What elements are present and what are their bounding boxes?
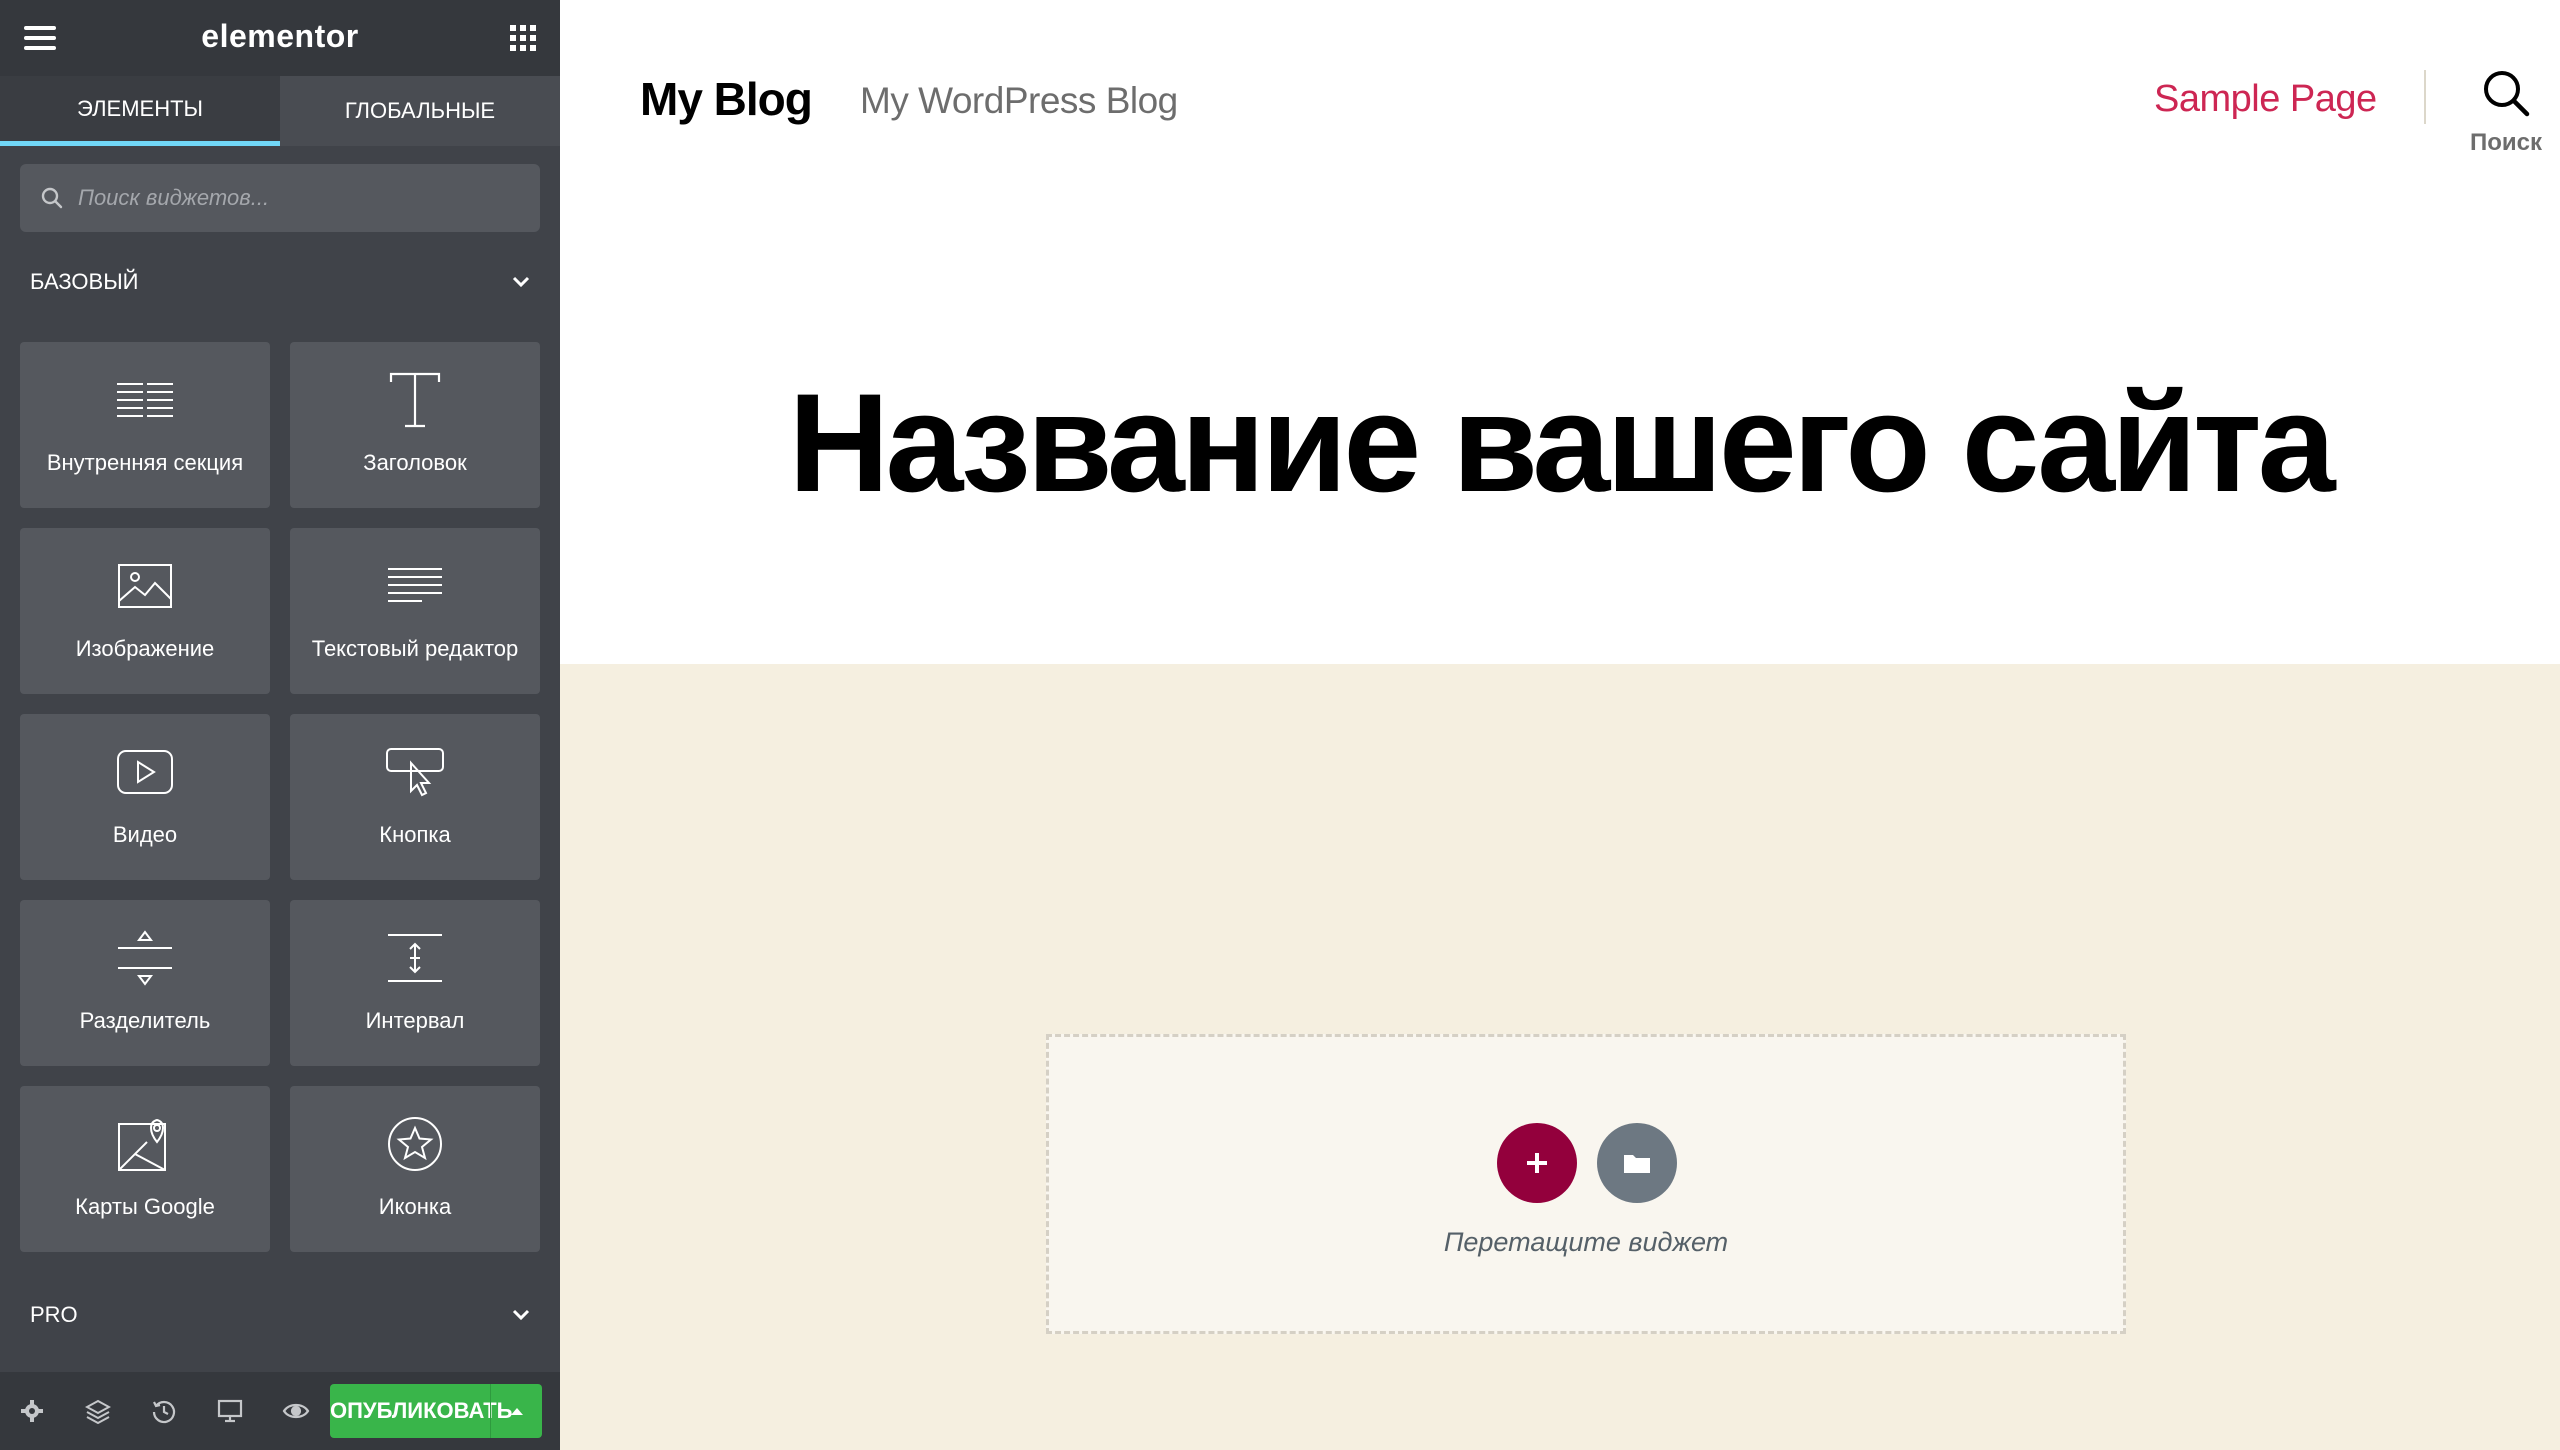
spacer-icon [388, 934, 442, 982]
widgets-grid-icon[interactable] [510, 25, 536, 51]
panel-tabs: ЭЛЕМЕНТЫ ГЛОБАЛЬНЫЕ [0, 76, 560, 146]
widget-label: Кнопка [379, 822, 451, 847]
widget-label: Заголовок [363, 450, 467, 475]
publish-button[interactable]: ОПУБЛИКОВАТЬ [330, 1384, 542, 1438]
category-pro[interactable]: PRO [0, 1290, 560, 1340]
chevron-down-icon [512, 276, 530, 288]
button-icon [386, 748, 444, 797]
widget-label: Внутренняя секция [46, 450, 244, 475]
search-icon [41, 187, 63, 209]
elementor-panel: elementor ЭЛЕМЕНТЫ ГЛОБАЛЬНЫЕ БАЗОВЫЙ Вн… [0, 0, 560, 1450]
widget-search-input[interactable] [78, 185, 518, 211]
widget-label: Иконка [378, 1194, 452, 1219]
tab-global[interactable]: ГЛОБАЛЬНЫЕ [280, 76, 560, 146]
image-icon [118, 564, 172, 608]
site-title[interactable]: My Blog [640, 72, 813, 126]
widget-heading[interactable]: Заголовок [290, 342, 540, 508]
widget-text-editor[interactable]: Текстовый редактор [290, 528, 540, 694]
widget-grid: Внутренняя секция Заголовок Изображение … [20, 342, 540, 1252]
nav-sample-page[interactable]: Sample Page [2154, 78, 2377, 121]
site-preview: My Blog My WordPress Blog Sample Page По… [560, 0, 2560, 1450]
responsive-icon[interactable] [216, 1397, 244, 1425]
plus-icon [1527, 1153, 1547, 1173]
publish-label: ОПУБЛИКОВАТЬ [330, 1398, 513, 1423]
video-icon [117, 750, 173, 794]
widget-google-maps[interactable]: Карты Google [20, 1086, 270, 1252]
widget-label: Карты Google [75, 1194, 215, 1219]
widget-label: Интервал [365, 1008, 465, 1033]
folder-icon [1624, 1155, 1650, 1173]
category-basic-label: БАЗОВЫЙ [30, 269, 139, 294]
add-section-button[interactable] [1497, 1123, 1577, 1203]
template-library-button[interactable] [1597, 1123, 1677, 1203]
tab-elements[interactable]: ЭЛЕМЕНТЫ [0, 76, 280, 146]
star-icon [388, 1117, 442, 1171]
elementor-logo: elementor [201, 18, 359, 54]
widget-video[interactable]: Видео [20, 714, 270, 880]
panel-footer: ОПУБЛИКОВАТЬ [0, 1372, 560, 1450]
history-icon[interactable] [150, 1397, 178, 1425]
widget-label: Изображение [75, 636, 215, 661]
google-maps-icon [118, 1118, 166, 1171]
widget-divider[interactable]: Разделитель [20, 900, 270, 1066]
nav-separator [2424, 70, 2426, 124]
widget-inner-section[interactable]: Внутренняя секция [20, 342, 270, 508]
widget-label: Разделитель [79, 1008, 211, 1033]
widget-spacer[interactable]: Интервал [290, 900, 540, 1066]
category-basic[interactable]: БАЗОВЫЙ [0, 257, 560, 307]
divider-icon [118, 930, 172, 986]
search-icon [2484, 71, 2530, 117]
category-pro-label: PRO [30, 1302, 78, 1327]
heading-icon [389, 372, 441, 428]
widget-search [20, 164, 540, 232]
widget-button[interactable]: Кнопка [290, 714, 540, 880]
site-description: My WordPress Blog [860, 80, 1178, 121]
panel-header: elementor [0, 0, 560, 76]
settings-icon[interactable] [18, 1397, 46, 1425]
preview-icon[interactable] [282, 1397, 310, 1425]
search-toggle[interactable]: Поиск [2466, 68, 2546, 157]
widget-label: Текстовый редактор [311, 636, 519, 661]
add-section-dropzone[interactable]: Перетащите виджет [1046, 1034, 2126, 1334]
search-label: Поиск [2469, 129, 2543, 156]
dropzone-text: Перетащите виджет [1443, 1227, 1729, 1257]
content-area: Перетащите виджет [560, 664, 2560, 1450]
inner-section-icon [117, 383, 173, 417]
hero-title: Название вашего сайта [788, 364, 2335, 521]
widget-icon[interactable]: Иконка [290, 1086, 540, 1252]
navigator-icon[interactable] [84, 1397, 112, 1425]
chevron-down-icon [512, 1309, 530, 1321]
widget-image[interactable]: Изображение [20, 528, 270, 694]
caret-up-icon[interactable] [490, 1384, 542, 1438]
widget-label: Видео [112, 822, 178, 847]
text-editor-icon [388, 568, 442, 602]
